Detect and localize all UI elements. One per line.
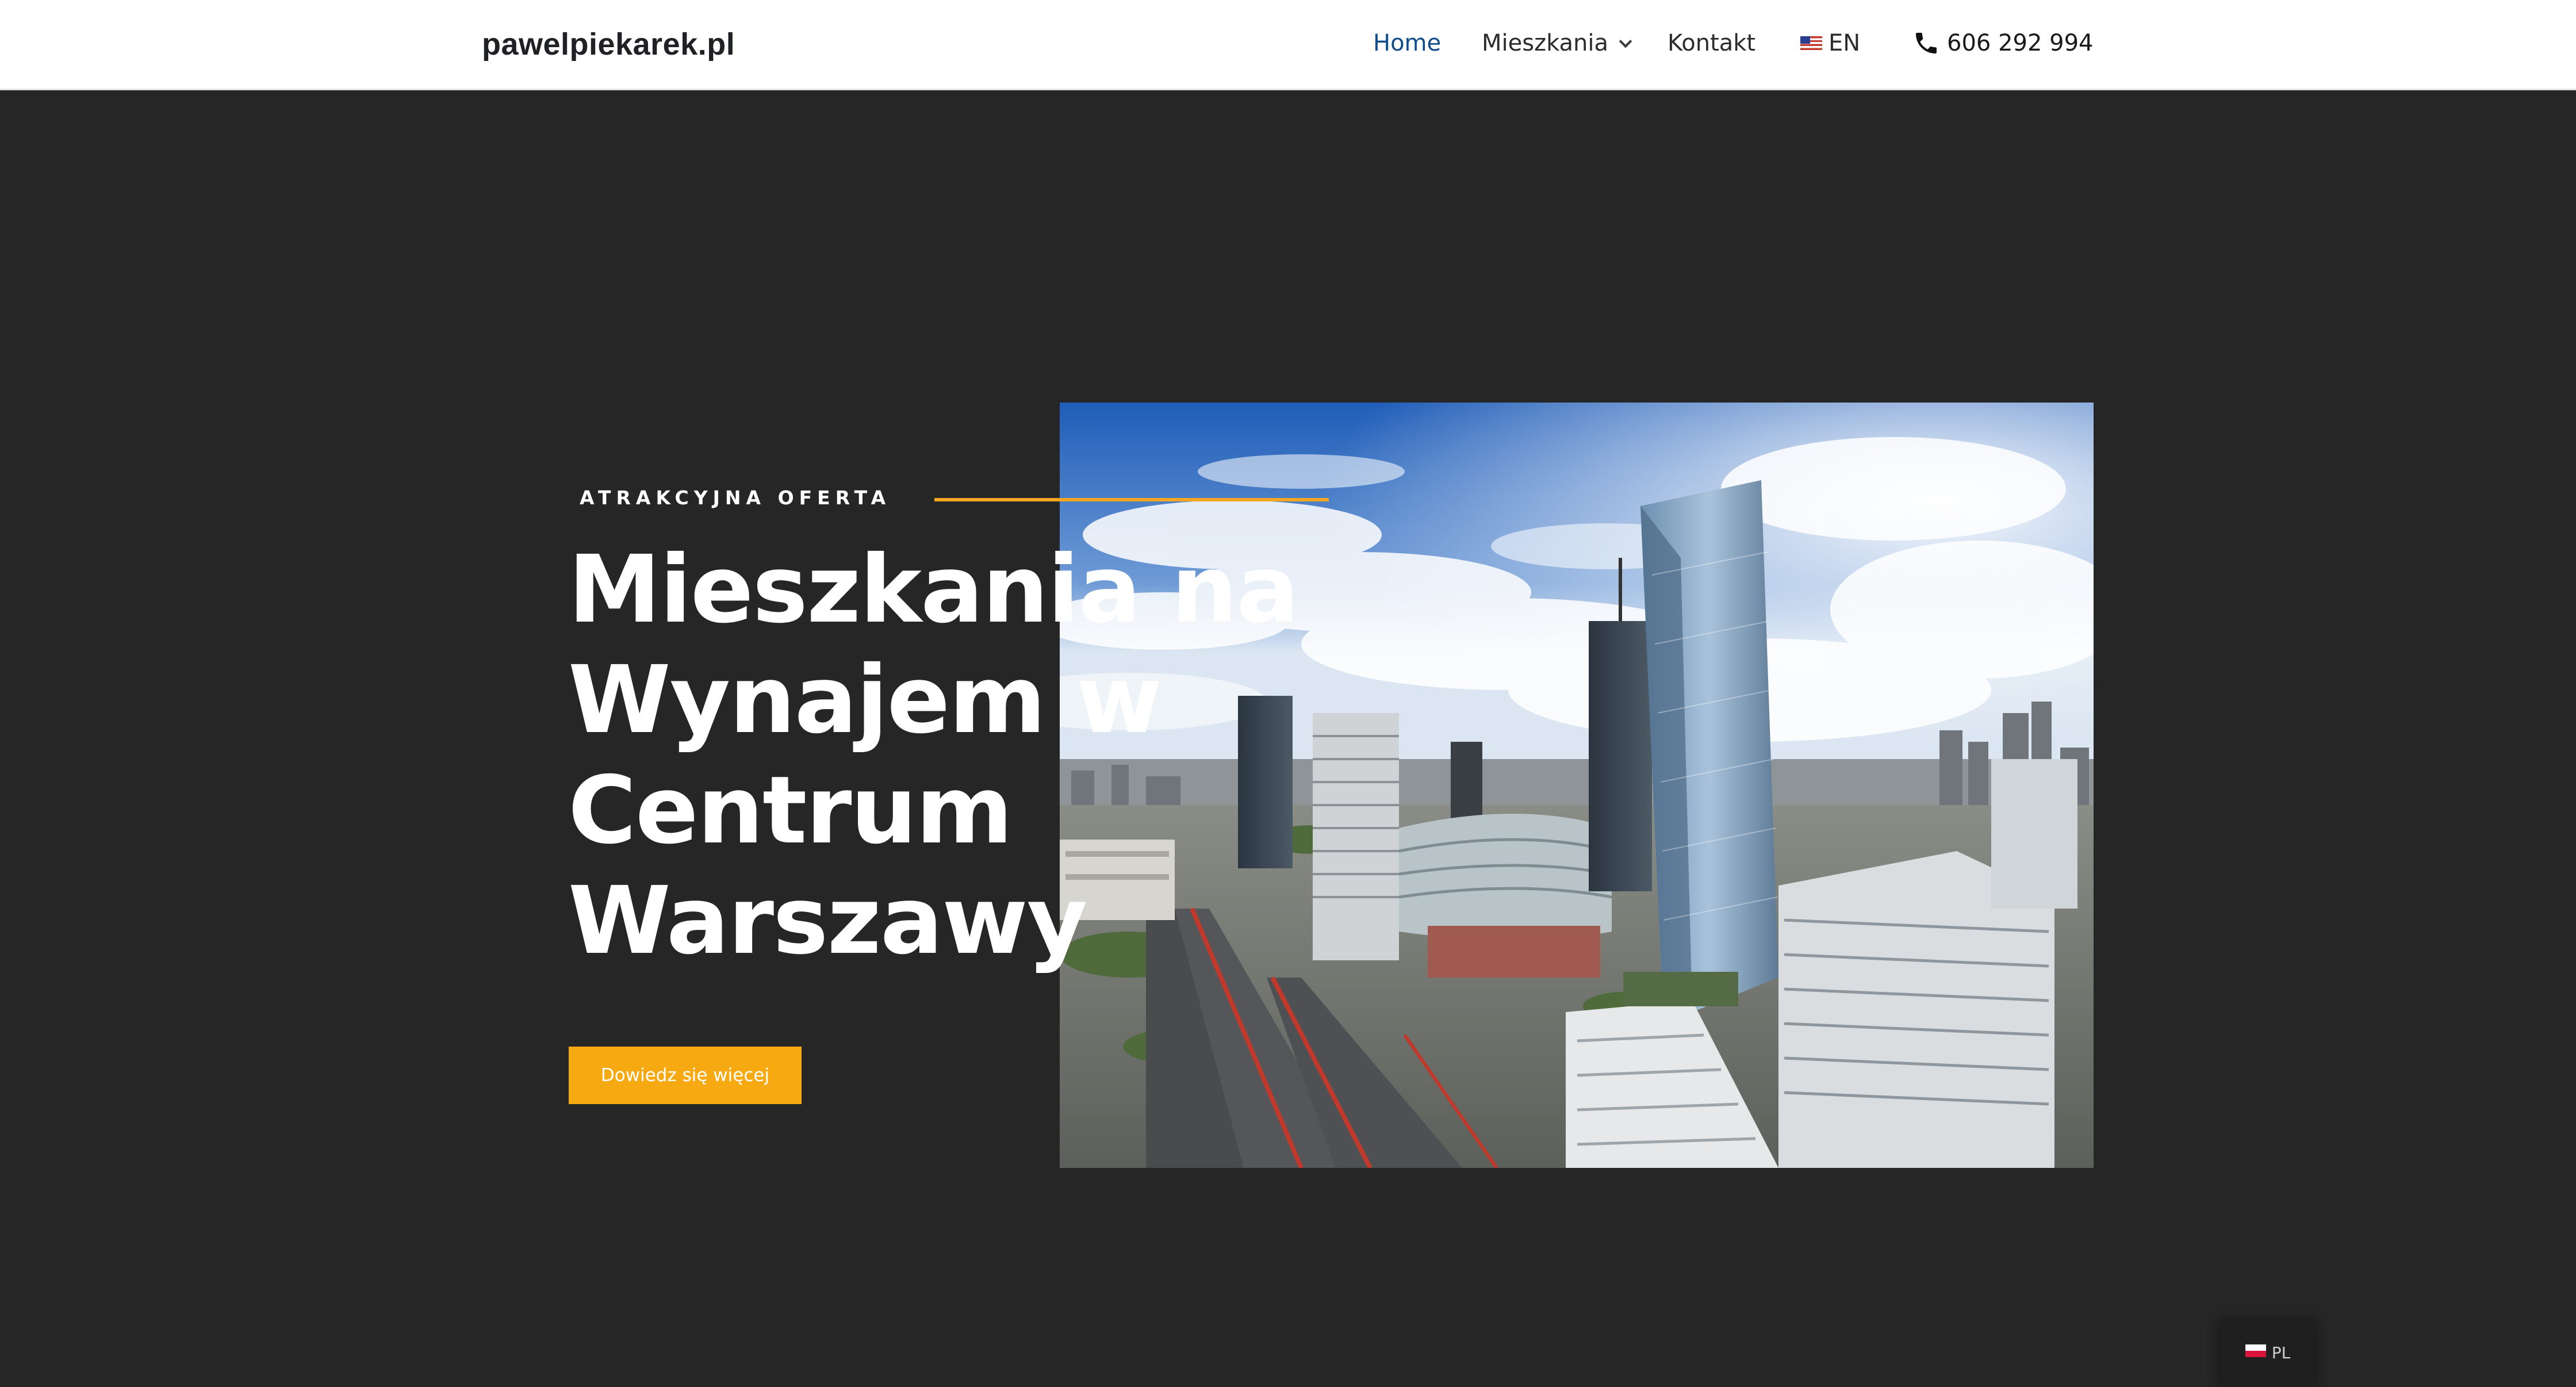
- flag-pl-icon: [2245, 1344, 2266, 1357]
- hero-title-line-4: Warszawy: [568, 867, 1087, 975]
- site-logo[interactable]: pawelpiekarek.pl: [482, 26, 735, 62]
- nav-contact-link[interactable]: Kontakt: [1667, 28, 1755, 59]
- nav-phone-link[interactable]: 606 292 994: [1912, 28, 2093, 59]
- hero-title-line-1: Mieszkania na: [568, 536, 1300, 644]
- learn-more-button[interactable]: Dowiedz się więcej: [569, 1047, 802, 1104]
- site-header: pawelpiekarek.pl Home Mieszkania Kontakt…: [0, 0, 2576, 90]
- hero-title-line-2: Wynajem w: [568, 646, 1162, 754]
- nav-apartments-label: Mieszkania: [1482, 30, 1609, 56]
- nav-phone-number: 606 292 994: [1947, 30, 2094, 56]
- phone-icon: [1916, 33, 1937, 53]
- hero-eyebrow-divider: [934, 498, 1329, 501]
- hero-eyebrow: ATRAKCYJNA OFERTA: [580, 486, 891, 509]
- language-switcher-pl[interactable]: PL: [2220, 1320, 2316, 1387]
- flag-us-icon: [1800, 36, 1822, 50]
- hero-title: Mieszkania na Wynajem w Centrum Warszawy: [568, 535, 1300, 976]
- chevron-down-icon: [1619, 35, 1632, 48]
- nav-language-label: EN: [1828, 30, 1861, 56]
- nav-apartments-menu[interactable]: Mieszkania: [1482, 28, 1632, 59]
- hero-title-line-3: Centrum: [568, 757, 1013, 865]
- language-switcher-label: PL: [2271, 1343, 2291, 1362]
- nav-language-en[interactable]: EN: [1800, 28, 1860, 59]
- nav-home-link[interactable]: Home: [1373, 28, 1441, 59]
